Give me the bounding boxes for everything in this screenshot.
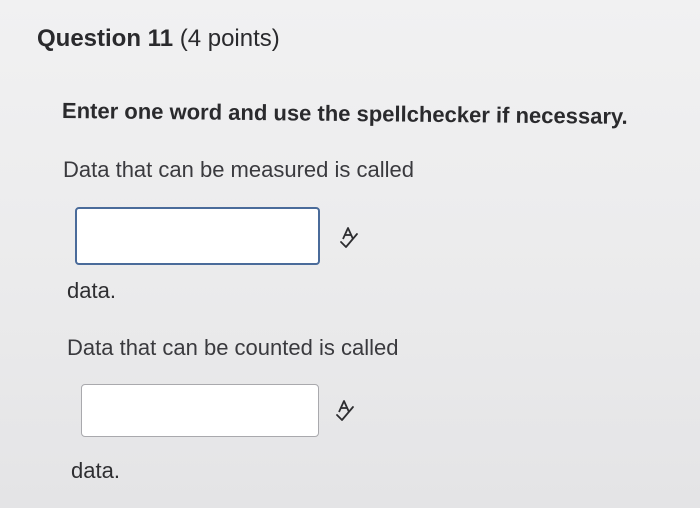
blank-2-answer-input[interactable] <box>81 384 319 437</box>
blank-1-answer-input[interactable] <box>75 207 320 265</box>
blank-1-prompt: Data that can be measured is called <box>63 157 414 182</box>
question-points: (4 points) <box>179 25 280 52</box>
spellcheck-icon[interactable] <box>334 399 356 423</box>
blank-1-suffix: data. <box>67 278 116 303</box>
blank-2-prompt: Data that can be counted is called <box>67 335 399 360</box>
blank-2-suffix: data. <box>71 458 120 483</box>
spellcheck-icon[interactable] <box>338 226 360 250</box>
question-instruction: Enter one word and use the spellchecker … <box>61 98 628 129</box>
question-header: Question 11 (4 points) <box>37 24 280 54</box>
quiz-page: Question 11 (4 points) Enter one word an… <box>0 0 700 508</box>
question-title: Question 11 <box>37 25 174 52</box>
